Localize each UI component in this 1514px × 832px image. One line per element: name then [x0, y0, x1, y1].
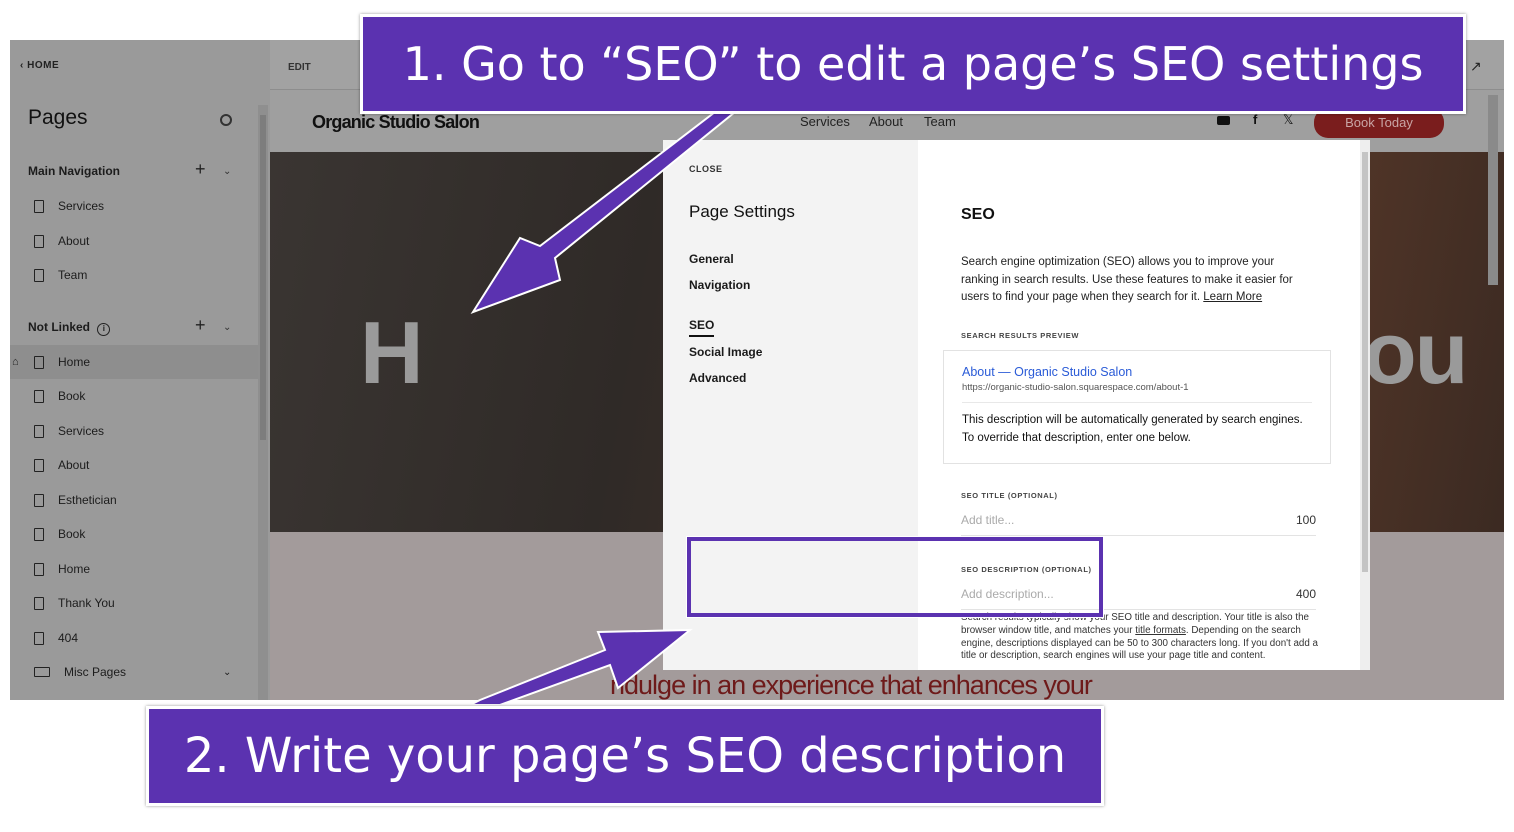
page-label: Services — [58, 199, 105, 213]
page-label: Thank You — [58, 596, 115, 610]
seo-intro: Search engine optimization (SEO) allows … — [961, 254, 1311, 307]
tagline: ndulge in an experience that enhances yo… — [610, 670, 1093, 700]
search-preview-label: SEARCH RESULTS PREVIEW — [961, 331, 1080, 340]
tab-general[interactable]: General — [689, 252, 734, 266]
description-char-count: 400 — [1295, 587, 1316, 601]
chevron-down-icon[interactable]: ⌄ — [223, 322, 231, 333]
page-label: 404 — [58, 631, 79, 645]
seo-title-input[interactable]: Add title... 100 — [961, 513, 1316, 536]
tab-navigation[interactable]: Navigation — [689, 278, 750, 292]
site-nav-about[interactable]: About — [869, 114, 903, 129]
preview-scrollbar[interactable] — [1488, 95, 1498, 285]
title-char-count: 100 — [1295, 513, 1316, 527]
page-icon — [34, 389, 44, 403]
add-page-icon[interactable]: + — [195, 315, 206, 336]
page-label: Book — [58, 527, 86, 541]
preview-url: https://organic-studio-salon.squarespace… — [962, 382, 1312, 403]
chevron-down-icon[interactable]: ⌄ — [223, 166, 231, 177]
page-label: About — [58, 458, 90, 472]
page-label: Team — [58, 268, 88, 282]
learn-more-link[interactable]: Learn More — [1203, 291, 1262, 303]
not-linked-label: Not Linked i — [28, 320, 111, 336]
site-nav-team[interactable]: Team — [924, 114, 956, 129]
page-icon — [34, 596, 44, 610]
info-icon[interactable]: i — [97, 323, 111, 336]
page-icon — [34, 458, 44, 472]
facebook-icon[interactable]: f — [1253, 112, 1257, 127]
page-item[interactable]: Book — [10, 379, 258, 413]
page-item[interactable]: Services — [10, 414, 258, 448]
page-label: Home — [58, 355, 91, 369]
page-item[interactable]: About — [10, 448, 258, 482]
step2-callout: 2. Write your page’s SEO description — [146, 706, 1104, 806]
add-page-icon[interactable]: + — [195, 159, 206, 180]
edit-button[interactable]: EDIT — [288, 62, 311, 73]
preview-title: About — Organic Studio Salon — [962, 365, 1133, 379]
modal-scrollbar-thumb[interactable] — [1362, 152, 1368, 572]
site-nav-services[interactable]: Services — [800, 114, 850, 129]
page-icon — [34, 234, 44, 248]
page-icon — [34, 424, 44, 438]
close-button[interactable]: CLOSE — [689, 164, 723, 174]
modal-title: Page Settings — [689, 202, 795, 221]
page-label: Book — [58, 389, 86, 403]
seo-title-label: SEO TITLE (OPTIONAL) — [961, 491, 1058, 500]
page-label: Services — [58, 424, 105, 438]
sidebar-scrollbar-thumb[interactable] — [260, 115, 266, 440]
seo-description-highlight — [687, 537, 1103, 617]
page-icon — [34, 355, 44, 369]
page-item[interactable]: Esthetician — [10, 483, 258, 517]
pages-sidebar: ‹ HOME Pages Main Navigation + ⌄ Service… — [10, 40, 270, 700]
page-item[interactable]: About — [10, 224, 258, 258]
tab-seo[interactable]: SEO — [689, 318, 715, 337]
search-results-preview: About — Organic Studio Salon https://org… — [943, 350, 1331, 464]
page-icon — [34, 268, 44, 282]
main-navigation-label: Main Navigation — [28, 164, 121, 178]
page-item[interactable]: Services — [10, 189, 258, 223]
tab-advanced[interactable]: Advanced — [689, 371, 746, 385]
page-icon — [34, 631, 44, 645]
page-label: Misc Pages — [64, 665, 127, 679]
title-placeholder: Add title... — [961, 513, 1015, 527]
x-icon[interactable]: 𝕏 — [1283, 112, 1293, 128]
page-label: About — [58, 234, 90, 248]
seo-help-text: Search results typically show your SEO t… — [961, 612, 1321, 663]
page-label: Esthetician — [58, 493, 117, 507]
tab-social-image[interactable]: Social Image — [689, 345, 762, 359]
youtube-icon[interactable] — [1217, 116, 1230, 125]
page-item-home[interactable]: ⌂ Home — [10, 345, 258, 379]
back-label: HOME — [27, 60, 60, 71]
homepage-icon: ⌂ — [12, 356, 19, 368]
hero-heading-left: H — [360, 303, 424, 402]
site-logo[interactable]: Organic Studio Salon — [312, 112, 480, 133]
folder-item[interactable]: Misc Pages ⌄ — [10, 655, 258, 689]
preview-description: This description will be automatically g… — [962, 414, 1303, 444]
search-icon[interactable] — [220, 114, 232, 126]
step1-callout: 1. Go to “SEO” to edit a page’s SEO sett… — [360, 14, 1466, 114]
page-item[interactable]: 404 — [10, 621, 258, 655]
page-icon — [34, 527, 44, 541]
page-icon — [34, 199, 44, 213]
expand-icon[interactable]: ↗ — [1470, 58, 1482, 75]
page-item[interactable]: Thank You — [10, 586, 258, 620]
page-item[interactable]: Team — [10, 258, 258, 292]
chevron-down-icon[interactable]: ⌄ — [223, 667, 231, 678]
folder-icon — [34, 667, 50, 677]
sidebar-title: Pages — [28, 106, 88, 129]
home-back-link[interactable]: ‹ HOME — [20, 60, 59, 71]
page-icon — [34, 493, 44, 507]
seo-heading: SEO — [961, 206, 995, 223]
page-item[interactable]: Book — [10, 517, 258, 551]
not-linked-text: Not Linked — [28, 320, 90, 334]
title-formats-link[interactable]: title formats — [1135, 625, 1186, 636]
page-icon — [34, 562, 44, 576]
page-item[interactable]: Home — [10, 552, 258, 586]
page-label: Home — [58, 562, 91, 576]
